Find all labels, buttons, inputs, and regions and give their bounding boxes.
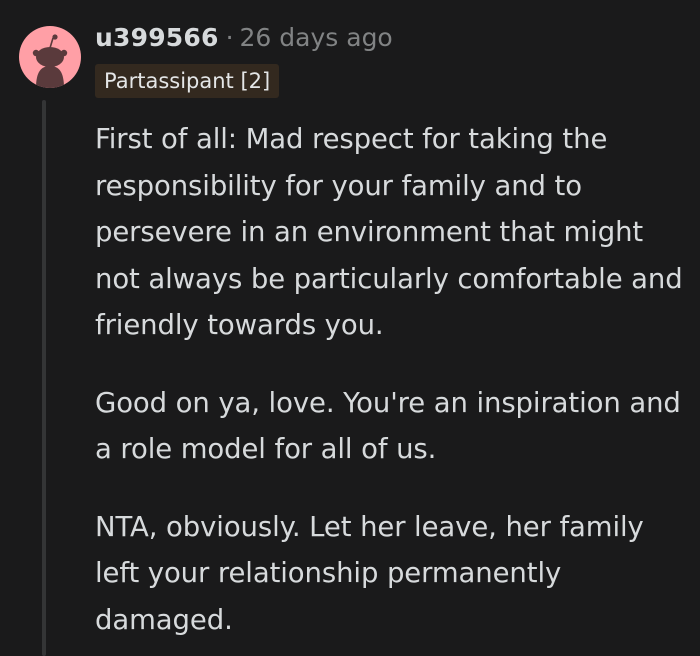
username-link[interactable]: u399566 bbox=[95, 23, 219, 52]
comment-header: u399566 · 26 days ago bbox=[95, 20, 393, 54]
thread-collapse-line[interactable] bbox=[42, 100, 46, 656]
comment-paragraph: Good on ya, love. You're an inspiration … bbox=[95, 386, 681, 466]
user-flair: Partassipant [2] bbox=[95, 64, 280, 98]
comment-body: First of all: Mad respect for taking the… bbox=[95, 116, 687, 656]
comment: u399566 · 26 days ago Partassipant [2] F… bbox=[0, 0, 700, 656]
comment-paragraph: First of all: Mad respect for taking the… bbox=[95, 123, 683, 341]
user-avatar[interactable] bbox=[19, 26, 81, 88]
reddit-snoo-avatar-icon bbox=[32, 34, 68, 88]
meta-separator: · bbox=[225, 22, 234, 52]
comment-paragraph: NTA, obviously. Let her leave, her famil… bbox=[95, 510, 644, 636]
comment-timestamp[interactable]: 26 days ago bbox=[240, 23, 393, 52]
